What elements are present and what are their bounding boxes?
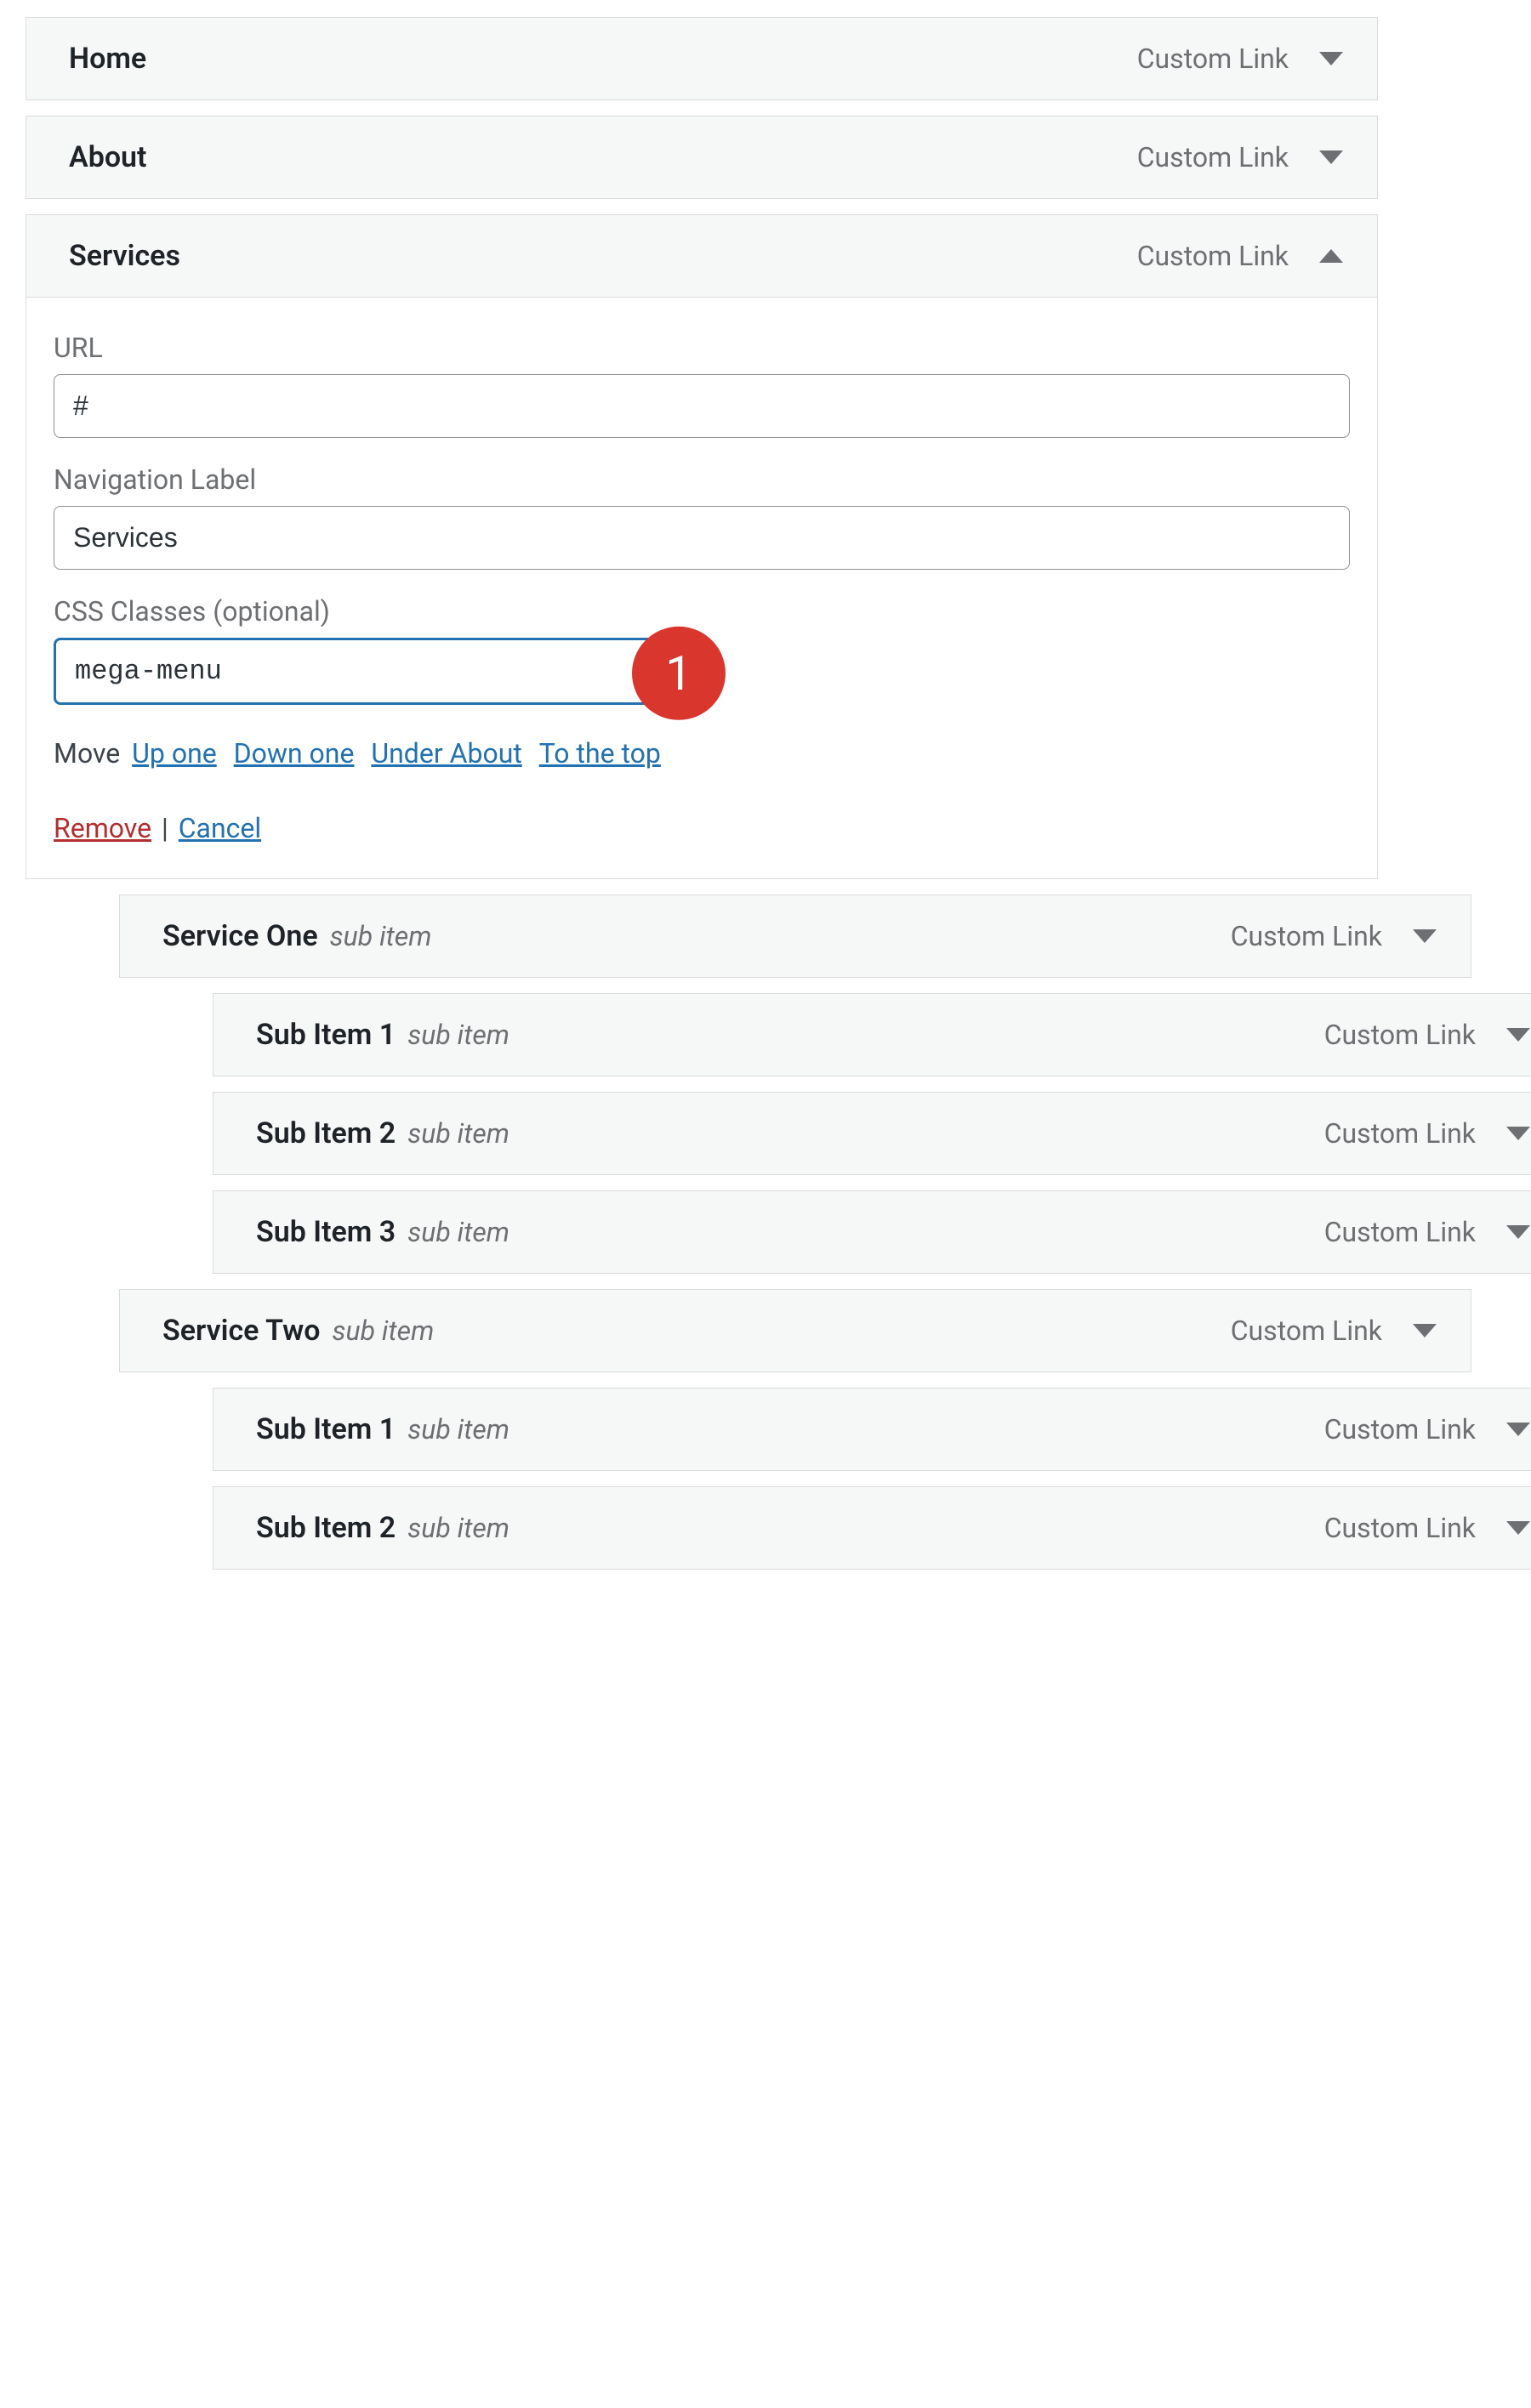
css-classes-input[interactable] [54,638,666,705]
menu-item-right: Custom Link [1137,43,1343,75]
menu-item-title: Sub Item 2 [256,1511,396,1545]
menu-item: Service Two sub item Custom Link [119,1289,1471,1372]
menu-item-right: Custom Link [1137,141,1343,173]
menu-item-type: Custom Link [1231,1315,1382,1347]
menu-item: Service One sub item Custom Link [119,894,1471,978]
menu-item-left: Sub Item 1 sub item [256,1412,509,1446]
menu-item-right: Custom Link [1324,1117,1530,1150]
menu-item-title: Services [69,239,180,273]
menu-item-title: Service Two [162,1314,320,1348]
chevron-down-icon[interactable] [1413,929,1437,943]
menu-item: Sub Item 1 sub item Custom Link [213,993,1531,1076]
menu-item-handle[interactable]: Sub Item 3 sub item Custom Link [213,1191,1531,1273]
menu-item-handle[interactable]: Sub Item 1 sub item Custom Link [213,1389,1531,1470]
menu-item-left: About [69,140,146,174]
chevron-up-icon[interactable] [1319,249,1343,263]
chevron-down-icon[interactable] [1506,1423,1530,1436]
move-label: Move [54,737,120,770]
menu-item: Sub Item 2 sub item Custom Link [213,1092,1531,1175]
menu-item-type: Custom Link [1324,1019,1476,1051]
menu-item-settings: URL Navigation Label CSS Classes (option… [26,297,1377,878]
menu-item-left: Sub Item 3 sub item [256,1215,509,1249]
move-under-link[interactable]: Under About [371,737,521,770]
actions-row: Remove | Cancel [54,812,1350,844]
remove-link[interactable]: Remove [54,812,151,844]
menu-item-handle[interactable]: About Custom Link [26,116,1377,198]
menu-item-title: Sub Item 1 [256,1018,396,1052]
menu-item-left: Sub Item 2 sub item [256,1116,509,1150]
menu-item-type: Custom Link [1324,1117,1476,1150]
css-label: CSS Classes (optional) [54,595,1350,628]
url-input[interactable] [54,374,1350,438]
move-down-link[interactable]: Down one [234,737,355,770]
chevron-down-icon[interactable] [1413,1324,1437,1337]
menu-item-title: Service One [162,919,318,953]
menu-item-title: Sub Item 2 [256,1116,396,1150]
chevron-down-icon[interactable] [1319,52,1343,65]
chevron-down-icon[interactable] [1506,1028,1530,1042]
menu-item-handle[interactable]: Sub Item 2 sub item Custom Link [213,1093,1531,1174]
menu-item-title: Home [69,42,146,76]
annotation-badge: 1 [632,626,726,719]
menu-item-subitem: sub item [407,1216,509,1248]
menu-item-title: About [69,140,146,174]
menu-item-subitem: sub item [332,1315,434,1347]
menu-item-left: Service One sub item [162,919,431,953]
chevron-down-icon[interactable] [1506,1225,1530,1239]
menu-item-left: Home [69,42,146,76]
menu-item: Home Custom Link [26,17,1378,100]
menu-item-title: Sub Item 3 [256,1215,396,1249]
menu-item-type: Custom Link [1137,240,1289,272]
menu-item-right: Custom Link [1231,920,1437,952]
menu-item-title: Sub Item 1 [256,1412,396,1446]
menu-item-right: Custom Link [1324,1413,1530,1445]
menu-item-type: Custom Link [1324,1413,1476,1445]
separator: | [162,812,168,844]
menu-item: Services Custom Link URL Navigation Label… [26,214,1378,879]
menu-item: Sub Item 3 sub item Custom Link [213,1190,1531,1274]
menu-item-handle[interactable]: Services Custom Link [26,215,1377,297]
menu-item-handle[interactable]: Home Custom Link [26,18,1377,99]
menu-item-subitem: sub item [407,1512,509,1544]
menu-item-right: Custom Link [1324,1019,1530,1051]
navigation-label-input[interactable] [54,506,1350,570]
menu-item-right: Custom Link [1231,1315,1437,1347]
move-up-link[interactable]: Up one [132,737,217,770]
nav-label: Navigation Label [54,463,1350,496]
menu-item-right: Custom Link [1324,1216,1530,1248]
menu-item: About Custom Link [26,116,1378,199]
menu-item-left: Sub Item 2 sub item [256,1511,509,1545]
menu-item-type: Custom Link [1137,43,1289,75]
menu-item: Sub Item 2 sub item Custom Link [213,1486,1531,1570]
cancel-link[interactable]: Cancel [179,812,261,844]
chevron-down-icon[interactable] [1506,1521,1530,1535]
menu-item-type: Custom Link [1231,920,1382,952]
chevron-down-icon[interactable] [1506,1127,1530,1140]
menu-item-handle[interactable]: Service One sub item Custom Link [120,895,1471,977]
menu-item-type: Custom Link [1137,141,1289,173]
menu-item-type: Custom Link [1324,1216,1476,1248]
menu-item-subitem: sub item [407,1117,509,1150]
move-row: Move Up one Down one Under About To the … [54,737,1350,770]
menu-item-subitem: sub item [407,1413,509,1445]
menu-item-handle[interactable]: Sub Item 2 sub item Custom Link [213,1487,1531,1569]
menu-item-subitem: sub item [330,920,432,952]
menu-item-type: Custom Link [1324,1512,1476,1544]
menu-item-right: Custom Link [1137,240,1343,272]
menu-item-left: Services [69,239,180,273]
chevron-down-icon[interactable] [1319,150,1343,164]
menu-item-handle[interactable]: Sub Item 1 sub item Custom Link [213,994,1531,1076]
url-label: URL [54,332,1350,364]
menu-item-right: Custom Link [1324,1512,1530,1544]
menu-item-subitem: sub item [407,1019,509,1051]
menu-item-left: Sub Item 1 sub item [256,1018,509,1052]
move-top-link[interactable]: To the top [539,737,661,770]
css-input-wrap: 1 [54,638,666,730]
menu-item: Sub Item 1 sub item Custom Link [213,1388,1531,1471]
menu-item-handle[interactable]: Service Two sub item Custom Link [120,1290,1471,1372]
menu-item-left: Service Two sub item [162,1314,434,1348]
